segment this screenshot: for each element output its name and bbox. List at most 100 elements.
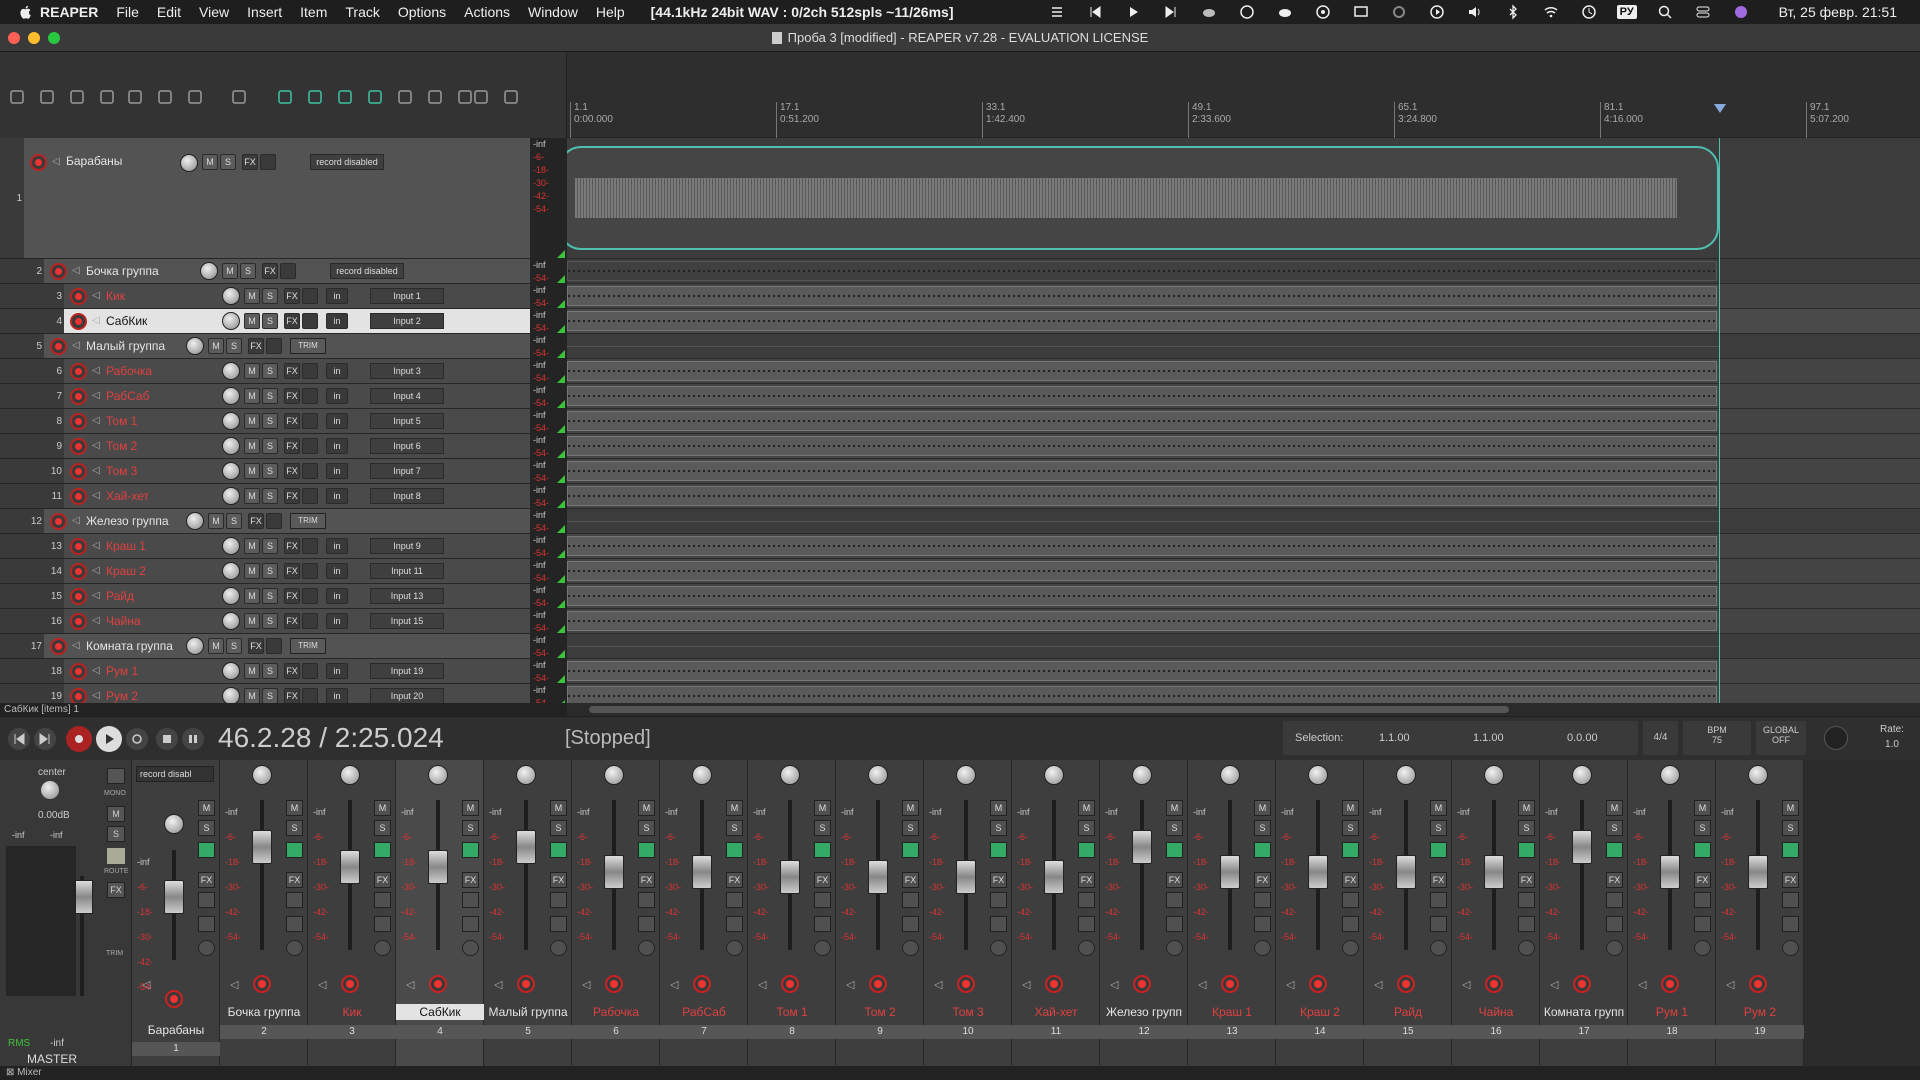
record-input-select[interactable]: Input 7: [370, 463, 444, 479]
volume-fader[interactable]: [1572, 830, 1592, 864]
volume-fader[interactable]: [868, 860, 888, 894]
pan-knob[interactable]: [956, 765, 976, 785]
solo-button[interactable]: S: [638, 820, 655, 836]
fx-button[interactable]: FX: [262, 263, 278, 279]
fx-bypass-button[interactable]: [302, 563, 318, 579]
solo-button[interactable]: S: [1254, 820, 1271, 836]
volume-knob[interactable]: [222, 612, 240, 630]
solo-button[interactable]: S: [462, 820, 479, 836]
menu-item[interactable]: Item: [291, 4, 336, 20]
mute-button[interactable]: M: [374, 800, 391, 816]
track-row[interactable]: 13 ◁ Краш 1 M S FX in Input 9: [0, 534, 530, 559]
control-center-icon[interactable]: [1684, 0, 1722, 24]
record-input-select[interactable]: Input 8: [370, 488, 444, 504]
envelope-button[interactable]: [902, 916, 919, 932]
strip-name[interactable]: Райд: [1364, 1004, 1452, 1020]
track-row[interactable]: 2 ◁ Бочка группа M S FX record disabled: [0, 259, 530, 284]
menubar-clock[interactable]: Вт, 25 февр. 21:51: [1770, 4, 1906, 20]
envelope-button[interactable]: [1342, 916, 1359, 932]
mute-button[interactable]: M: [244, 488, 260, 504]
io-button[interactable]: [1694, 940, 1711, 956]
record-input-select[interactable]: Input 2: [370, 313, 444, 329]
mixer-strip[interactable]: -inf -6- -18- -30- -42- -54- M S FX ◁ Малый группа…: [484, 760, 572, 1066]
mute-button[interactable]: M: [208, 338, 224, 354]
solo-button[interactable]: S: [220, 154, 236, 170]
pan-knob[interactable]: [1484, 765, 1504, 785]
fx-bypass-button[interactable]: [302, 688, 318, 703]
track-row[interactable]: 17 ◁ Комната группа M S FX TRIM: [0, 634, 530, 659]
fx-bypass-button[interactable]: [1430, 892, 1447, 908]
cloud-icon[interactable]: [1190, 0, 1228, 24]
solo-button[interactable]: S: [240, 263, 256, 279]
envelope-button[interactable]: [1518, 916, 1535, 932]
fx-button[interactable]: FX: [286, 872, 303, 888]
record-input-select[interactable]: record disabled: [310, 154, 384, 170]
io-button[interactable]: [1254, 940, 1271, 956]
solo-button[interactable]: S: [814, 820, 831, 836]
media-item[interactable]: [567, 361, 1717, 381]
solo-button[interactable]: S: [262, 688, 278, 703]
project-settings-icon[interactable]: [96, 86, 118, 108]
phase-button[interactable]: [1694, 842, 1711, 858]
mute-button[interactable]: M: [198, 800, 215, 816]
mute-button[interactable]: M: [244, 363, 260, 379]
volume-knob[interactable]: [222, 562, 240, 580]
record-arm-button[interactable]: [693, 975, 711, 993]
mixer-strip[interactable]: -inf -6- -18- -30- -42- -54- M S FX ◁ Рум 1 18: [1628, 760, 1716, 1066]
go-to-end-button[interactable]: [34, 728, 56, 750]
mute-button[interactable]: M: [1342, 800, 1359, 816]
playhead-marker-icon[interactable]: [1714, 104, 1726, 113]
pause-button[interactable]: [182, 728, 204, 750]
siri-icon[interactable]: [1722, 0, 1760, 24]
envelope-button[interactable]: [462, 916, 479, 932]
fx-bypass-button[interactable]: [1518, 892, 1535, 908]
track-row[interactable]: 9 ◁ Том 2 M S FX in Input 6: [0, 434, 530, 459]
open-project-icon[interactable]: [36, 86, 58, 108]
app-menu[interactable]: REAPER: [36, 4, 107, 20]
volume-knob[interactable]: [186, 512, 204, 530]
envelope-button[interactable]: [550, 916, 567, 932]
track-row[interactable]: 12 ◁ Железо группа M S FX TRIM: [0, 509, 530, 534]
pan-knob[interactable]: [1308, 765, 1328, 785]
solo-button[interactable]: S: [262, 663, 278, 679]
input-monitor-button[interactable]: in: [326, 563, 348, 579]
global-automation[interactable]: GLOBAL OFF: [1756, 721, 1806, 755]
strip-name[interactable]: Железо групп: [1100, 1004, 1188, 1020]
record-arm-button[interactable]: [341, 975, 359, 993]
record-input-select[interactable]: record disabled: [330, 263, 404, 279]
record-input-select[interactable]: Input 15: [370, 613, 444, 629]
strip-name[interactable]: Кик: [308, 1004, 396, 1020]
trim-button[interactable]: TRIM: [290, 338, 326, 354]
volume-knob[interactable]: [222, 662, 240, 680]
strip-name[interactable]: Том 2: [836, 1004, 924, 1020]
fx-bypass-button[interactable]: [302, 388, 318, 404]
fx-button[interactable]: FX: [248, 638, 264, 654]
record-input-select[interactable]: Input 6: [370, 438, 444, 454]
phase-button[interactable]: [550, 842, 567, 858]
save-project-icon[interactable]: [66, 86, 88, 108]
mute-button[interactable]: M: [202, 154, 218, 170]
record-input-select[interactable]: Input 20: [370, 688, 444, 703]
fx-bypass-button[interactable]: [260, 154, 276, 170]
fx-bypass-button[interactable]: [302, 288, 318, 304]
master-pan-knob[interactable]: [41, 781, 59, 799]
record-arm-button[interactable]: [70, 488, 87, 505]
track-name[interactable]: Рум 1: [106, 663, 216, 679]
at-icon[interactable]: [1304, 0, 1342, 24]
record-input-select[interactable]: Input 11: [370, 563, 444, 579]
new-project-icon[interactable]: [6, 86, 28, 108]
zoom-window-button[interactable]: [48, 32, 60, 44]
horizontal-scrollbar[interactable]: [567, 703, 1920, 716]
solo-button[interactable]: S: [262, 438, 278, 454]
input-monitor-button[interactable]: in: [326, 363, 348, 379]
volume-fader[interactable]: [340, 850, 360, 884]
time-signature[interactable]: 4/4: [1643, 721, 1678, 755]
record-arm-button[interactable]: [70, 663, 87, 680]
input-monitor-button[interactable]: in: [326, 313, 348, 329]
rate-knob[interactable]: [1824, 726, 1848, 750]
wifi-icon[interactable]: [1532, 0, 1570, 24]
record-arm-button[interactable]: [70, 388, 87, 405]
phase-button[interactable]: [1166, 842, 1183, 858]
track-row[interactable]: 18 ◁ Рум 1 M S FX in Input 19: [0, 659, 530, 684]
fx-button[interactable]: FX: [1782, 872, 1799, 888]
